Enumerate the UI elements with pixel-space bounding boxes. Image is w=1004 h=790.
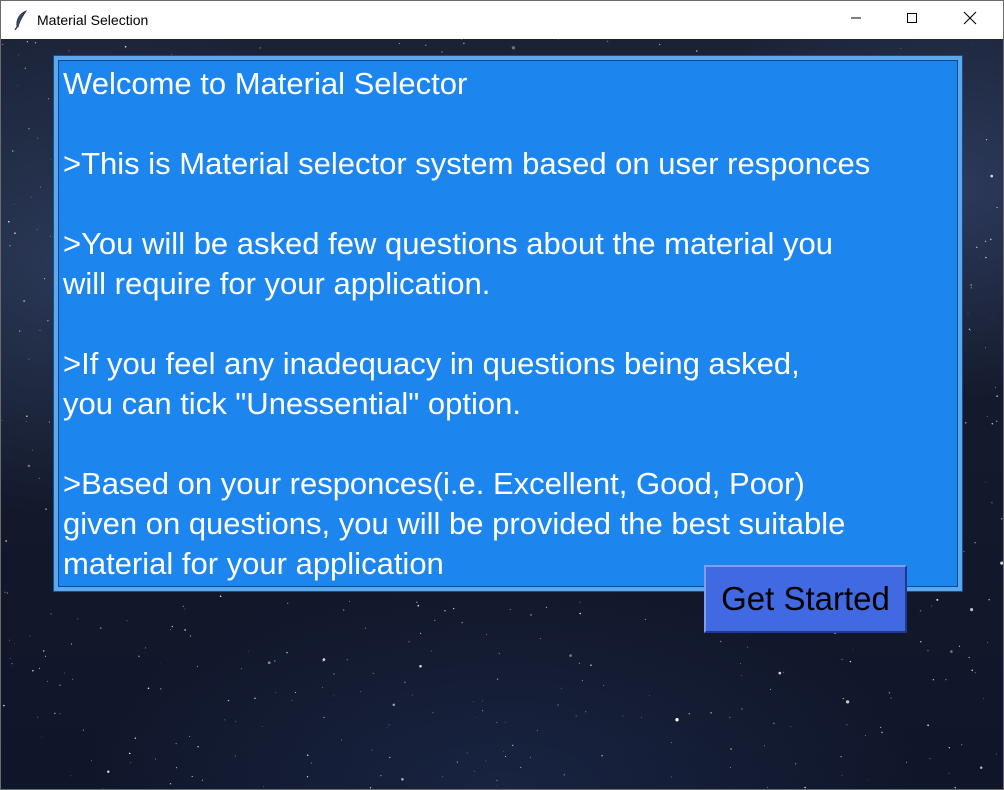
close-icon: [963, 11, 977, 30]
welcome-panel: Welcome to Material Selector >This is Ma…: [53, 55, 963, 592]
minimize-button[interactable]: [833, 1, 879, 39]
starry-background: Welcome to Material Selector >This is Ma…: [1, 39, 1003, 789]
window-title: Material Selection: [37, 12, 149, 28]
welcome-message: Welcome to Material Selector >This is Ma…: [63, 66, 871, 581]
app-window: Material Selection Welcome to Material S…: [0, 0, 1004, 790]
minimize-icon: [850, 11, 862, 29]
get-started-button[interactable]: Get Started: [704, 565, 907, 633]
feather-icon: [13, 10, 29, 31]
maximize-icon: [906, 11, 918, 29]
maximize-button[interactable]: [889, 1, 935, 39]
close-button[interactable]: [947, 1, 993, 39]
title-bar[interactable]: Material Selection: [1, 1, 1003, 39]
